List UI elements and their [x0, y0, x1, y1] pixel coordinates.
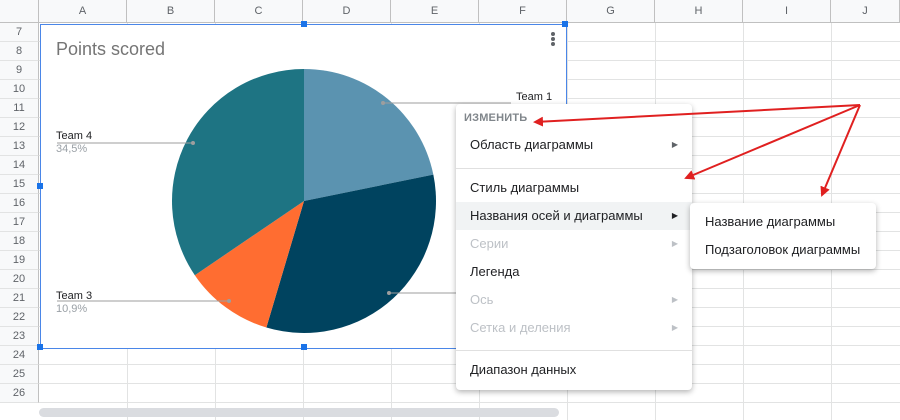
row-header[interactable]: 12: [0, 118, 39, 137]
resize-handle[interactable]: [37, 183, 43, 189]
resize-handle[interactable]: [301, 344, 307, 350]
chart-context-menu: ИЗМЕНИТЬ Область диаграммы ▶ Стиль диагр…: [456, 104, 692, 390]
resize-handle[interactable]: [562, 21, 568, 27]
menu-item-gridlines[interactable]: Сетка и деления ▶: [456, 314, 692, 342]
row-header[interactable]: 17: [0, 213, 39, 232]
menu-divider: [456, 168, 692, 169]
row-header[interactable]: 9: [0, 61, 39, 80]
select-all-corner[interactable]: [0, 0, 39, 23]
menu-header: ИЗМЕНИТЬ: [464, 112, 528, 124]
row-header[interactable]: 23: [0, 327, 39, 346]
column-header-e[interactable]: E: [391, 0, 479, 23]
grid-line: [39, 402, 900, 403]
row-header[interactable]: 24: [0, 346, 39, 365]
row-header[interactable]: 7: [0, 23, 39, 42]
menu-item-label: Названия осей и диаграммы: [470, 208, 643, 223]
column-header-g[interactable]: G: [567, 0, 655, 23]
row-header[interactable]: 8: [0, 42, 39, 61]
menu-item-chart-axis-titles[interactable]: Названия осей и диаграммы ▶: [456, 202, 692, 230]
slice-label-team3: Team 3: [56, 290, 93, 302]
submenu-arrow-icon: ▶: [671, 140, 678, 149]
submenu-arrow-icon: ▶: [671, 211, 678, 220]
menu-item-data-range[interactable]: Диапазон данных: [456, 356, 692, 384]
menu-divider: [456, 350, 692, 351]
slice-label-team4: Team 4: [56, 130, 93, 142]
slice-percent-team4: 34,5%: [56, 143, 88, 155]
column-header-i[interactable]: I: [743, 0, 831, 23]
row-header[interactable]: 11: [0, 99, 39, 118]
menu-item-label: Стиль диаграммы: [470, 180, 580, 195]
menu-item-label: Сетка и деления: [470, 320, 571, 335]
leader-dot: [381, 101, 385, 105]
column-header-b[interactable]: B: [127, 0, 215, 23]
submenu-arrow-icon: ▶: [671, 323, 678, 332]
submenu-arrow-icon: ▶: [671, 239, 678, 248]
row-header[interactable]: 16: [0, 194, 39, 213]
menu-item-chart-area[interactable]: Область диаграммы ▶: [456, 131, 692, 159]
menu-item-axis[interactable]: Ось ▶: [456, 286, 692, 314]
menu-item-chart-style[interactable]: Стиль диаграммы: [456, 174, 692, 202]
leader-dot: [387, 291, 391, 295]
submenu-arrow-icon: ▶: [671, 295, 678, 304]
column-header-c[interactable]: C: [215, 0, 303, 23]
menu-item-label: Область диаграммы: [470, 137, 594, 152]
menu-item-label: Ось: [470, 292, 494, 307]
row-header[interactable]: 22: [0, 308, 39, 327]
leader-dot: [227, 299, 231, 303]
resize-handle[interactable]: [37, 344, 43, 350]
column-header-j[interactable]: J: [831, 0, 900, 23]
menu-item-label: Диапазон данных: [470, 362, 577, 377]
slice-percent-team3: 10,9%: [56, 303, 88, 315]
slice-label-team1: Team 1: [516, 91, 553, 103]
column-header-f[interactable]: F: [479, 0, 567, 23]
row-header[interactable]: 15: [0, 175, 39, 194]
row-header[interactable]: 25: [0, 365, 39, 384]
row-header[interactable]: 26: [0, 384, 39, 403]
horizontal-scrollbar[interactable]: [39, 408, 559, 417]
menu-item-label: Легенда: [470, 264, 520, 279]
menu-item-label: Серии: [470, 236, 509, 251]
resize-handle[interactable]: [301, 21, 307, 27]
row-header[interactable]: 18: [0, 232, 39, 251]
row-header[interactable]: 20: [0, 270, 39, 289]
row-header[interactable]: 21: [0, 289, 39, 308]
leader-dot: [191, 141, 195, 145]
column-header-a[interactable]: A: [39, 0, 127, 23]
submenu-item-chart-title[interactable]: Название диаграммы: [690, 208, 876, 236]
submenu-item-chart-subtitle[interactable]: Подзаголовок диаграммы: [690, 236, 876, 264]
menu-item-series[interactable]: Серии ▶: [456, 230, 692, 258]
menu-item-legend[interactable]: Легенда: [456, 258, 692, 286]
row-header[interactable]: 13: [0, 137, 39, 156]
row-header[interactable]: 14: [0, 156, 39, 175]
row-header[interactable]: 19: [0, 251, 39, 270]
axis-titles-submenu: Название диаграммы Подзаголовок диаграмм…: [690, 203, 876, 269]
column-header-d[interactable]: D: [303, 0, 391, 23]
row-header[interactable]: 10: [0, 80, 39, 99]
column-header-h[interactable]: H: [655, 0, 743, 23]
